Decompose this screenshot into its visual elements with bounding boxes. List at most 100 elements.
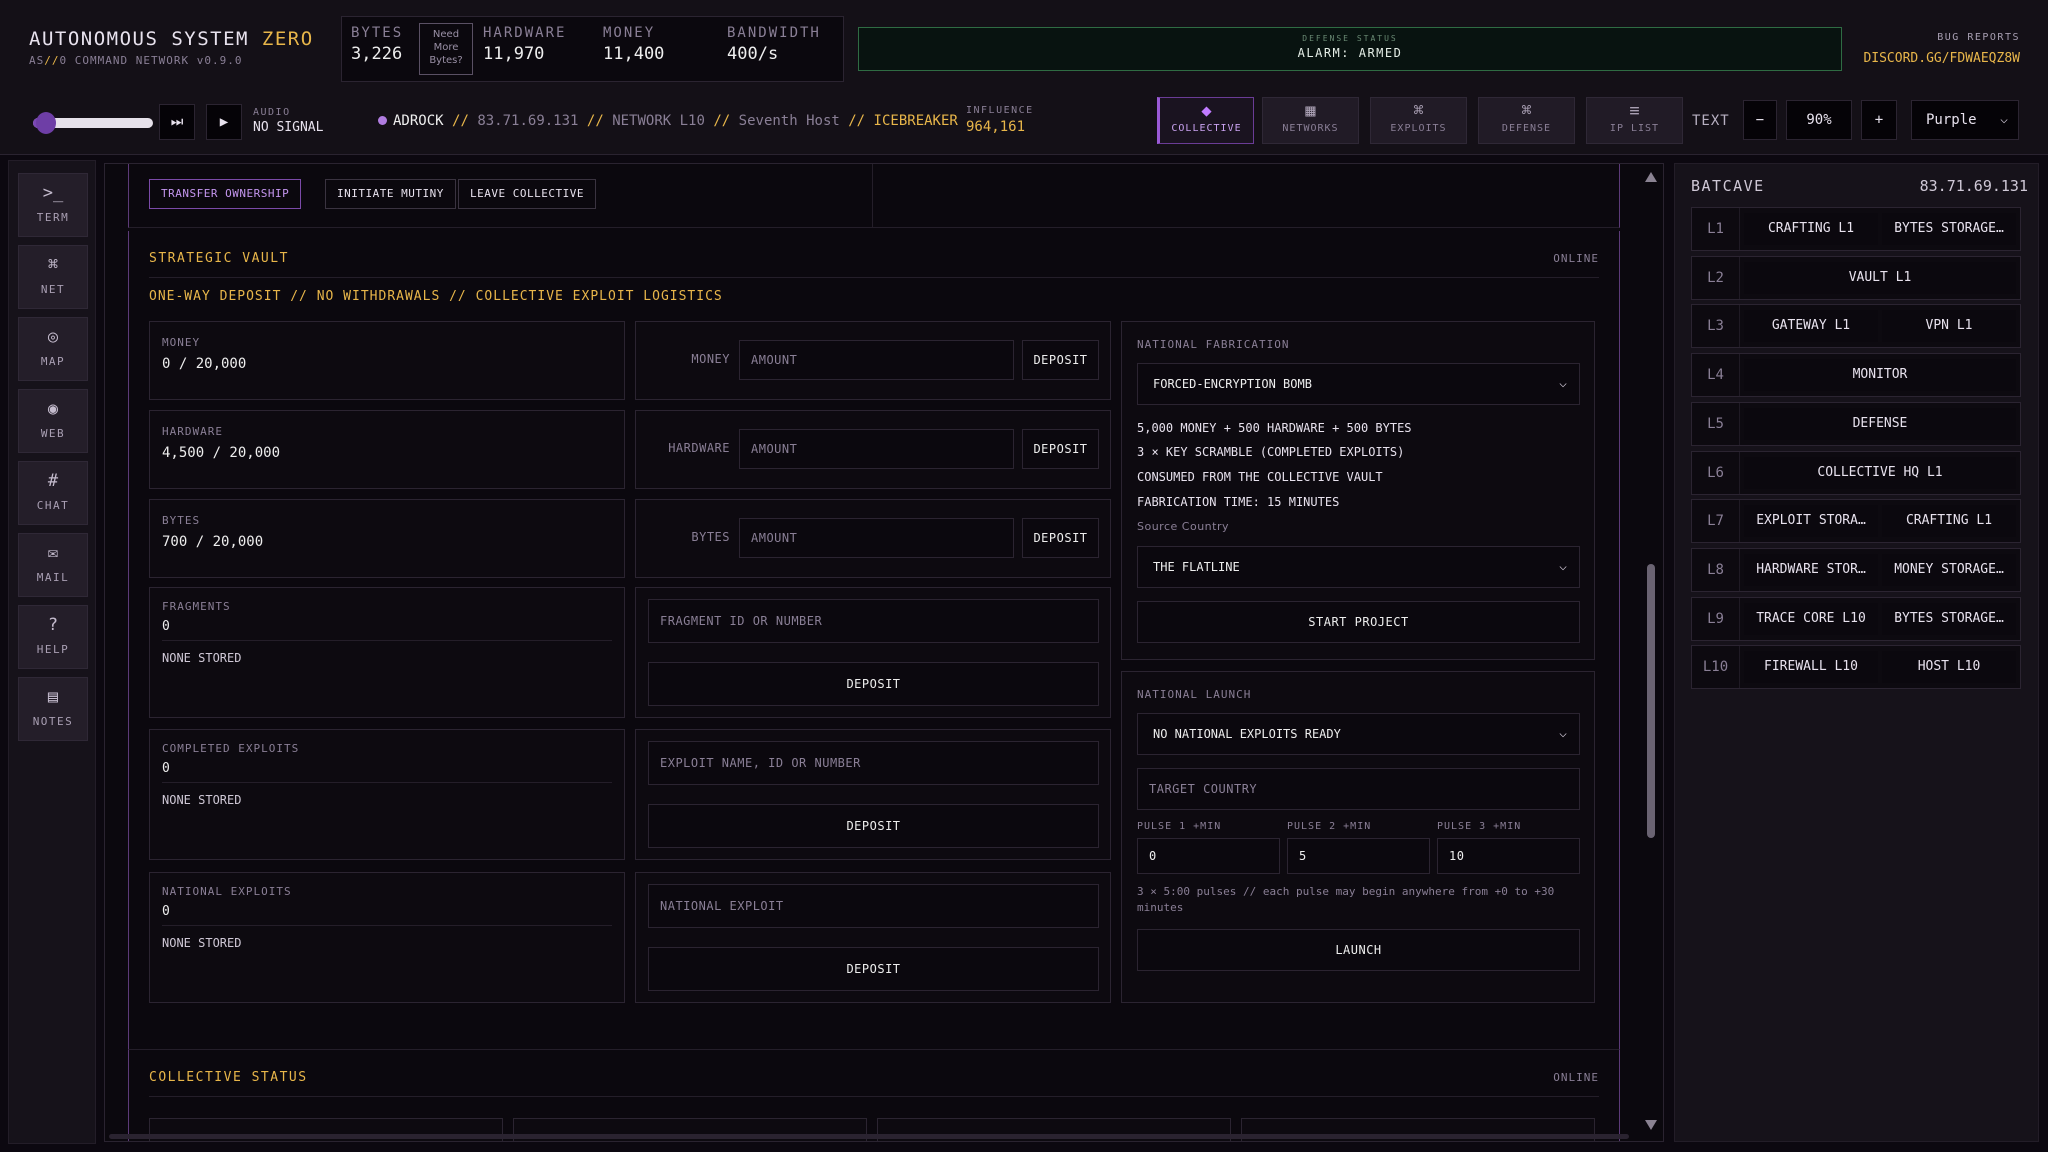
- command-icon: ⌘: [1521, 101, 1532, 121]
- bytes-amount-input[interactable]: AMOUNT: [739, 518, 1014, 558]
- fragment-deposit-button[interactable]: DEPOSIT: [648, 662, 1099, 706]
- app-subtitle: AS//0 COMMAND NETWORK v0.9.0: [29, 54, 243, 67]
- transfer-ownership-button[interactable]: TRANSFER OWNERSHIP: [149, 179, 302, 209]
- fabrication-requires: 3 × KEY SCRAMBLE (COMPLETED EXPLOITS): [1137, 445, 1405, 459]
- launch-button[interactable]: LAUNCH: [1137, 929, 1580, 971]
- module-slot[interactable]: VAULT L1: [1744, 261, 2016, 294]
- initiate-mutiny-button[interactable]: INITIATE MUTINY: [325, 179, 456, 209]
- level-row: L7 EXPLOIT STORA… CRAFTING L1: [1691, 499, 2021, 544]
- hardware-vault-box: HARDWARE 4,500 / 20,000: [149, 410, 625, 489]
- launch-exploit-select[interactable]: NO NATIONAL EXPLOITS READY ⌵: [1137, 713, 1580, 755]
- module-slot[interactable]: MONITOR: [1744, 359, 2016, 392]
- tab-exploits[interactable]: ⌘ EXPLOITS: [1370, 97, 1467, 144]
- national-exploit-input[interactable]: NATIONAL EXPLOIT: [648, 884, 1099, 928]
- level-label: L6: [1692, 451, 1740, 494]
- pulse2-input[interactable]: 5: [1287, 838, 1430, 874]
- source-country-select[interactable]: THE FLATLINE ⌵: [1137, 546, 1580, 588]
- module-slot[interactable]: HARDWARE STOR…: [1744, 553, 1878, 586]
- top-bar: AUTONOMOUS SYSTEM ZERO AS//0 COMMAND NET…: [0, 0, 2048, 155]
- vertical-scrollbar[interactable]: [1643, 168, 1659, 1134]
- rail-mail[interactable]: ✉ MAIL: [18, 533, 88, 597]
- theme-select[interactable]: Purple ⌵: [1911, 100, 2019, 140]
- exploit-id-input[interactable]: EXPLOIT NAME, ID OR NUMBER: [648, 741, 1099, 785]
- hardware-amount-input[interactable]: AMOUNT: [739, 429, 1014, 469]
- tab-collective[interactable]: ◆ COLLECTIVE: [1157, 97, 1254, 144]
- module-slot[interactable]: HOST L10: [1882, 651, 2016, 684]
- divider: [162, 640, 612, 641]
- module-slot[interactable]: DEFENSE: [1744, 407, 2016, 440]
- money-deposit-button[interactable]: DEPOSIT: [1022, 340, 1099, 380]
- module-slot[interactable]: BYTES STORAGE…: [1882, 602, 2016, 635]
- volume-slider[interactable]: [33, 112, 153, 134]
- chevron-down-icon: ⌵: [1559, 726, 1567, 741]
- scroll-thumb[interactable]: [1647, 564, 1655, 838]
- hardware-deposit-button[interactable]: DEPOSIT: [1022, 429, 1099, 469]
- target-country-input[interactable]: TARGET COUNTRY: [1137, 768, 1580, 810]
- fabrication-select[interactable]: FORCED-ENCRYPTION BOMB ⌵: [1137, 363, 1580, 405]
- money-amount-input[interactable]: AMOUNT: [739, 340, 1014, 380]
- rail-web[interactable]: ◉ WEB: [18, 389, 88, 453]
- module-slot[interactable]: CRAFTING L1: [1744, 213, 1878, 245]
- text-increase-button[interactable]: +: [1861, 100, 1897, 140]
- module-slot[interactable]: BYTES STORAGE…: [1882, 213, 2016, 245]
- fragment-id-input[interactable]: FRAGMENT ID OR NUMBER: [648, 599, 1099, 643]
- rail-chat[interactable]: # CHAT: [18, 461, 88, 525]
- module-slot[interactable]: CRAFTING L1: [1882, 505, 2016, 538]
- leave-collective-button[interactable]: LEAVE COLLECTIVE: [458, 179, 596, 209]
- diamond-icon: ◆: [1201, 101, 1212, 121]
- terminal-icon: >_: [42, 183, 64, 203]
- level-row: L8 HARDWARE STOR… MONEY STORAGE…: [1691, 547, 2021, 592]
- volume-knob[interactable]: [36, 112, 56, 134]
- discord-link[interactable]: DISCORD.GG/FDWAEQZ8W: [1863, 51, 2020, 66]
- main-content: TRANSFER OWNERSHIP INITIATE MUTINY LEAVE…: [104, 163, 1664, 1142]
- ownership-panel: TRANSFER OWNERSHIP INITIATE MUTINY LEAVE…: [128, 164, 1620, 228]
- tab-ip-list[interactable]: ≡ IP LIST: [1586, 97, 1683, 144]
- defense-status: DEFENSE STATUS ALARM: ARMED: [858, 27, 1842, 71]
- level-label: L7: [1692, 500, 1740, 543]
- mail-icon: ✉: [47, 543, 59, 563]
- horizontal-scrollbar[interactable]: [109, 1134, 1629, 1139]
- chevron-down-icon: ⌵: [2000, 112, 2008, 127]
- exploit-deposit-form: EXPLOIT NAME, ID OR NUMBER DEPOSIT: [635, 729, 1111, 860]
- chevron-down-icon: ⌵: [1559, 376, 1567, 391]
- source-country-label: Source Country: [1137, 520, 1229, 533]
- module-slot[interactable]: GATEWAY L1: [1744, 310, 1878, 343]
- text-decrease-button[interactable]: −: [1743, 100, 1777, 140]
- start-project-button[interactable]: START PROJECT: [1137, 601, 1580, 643]
- pulse-note: 3 × 5:00 pulses // each pulse may begin …: [1137, 885, 1555, 914]
- command-icon: ⌘: [47, 255, 59, 275]
- pulse3-input[interactable]: 10: [1437, 838, 1580, 874]
- skip-icon[interactable]: ⏭: [159, 104, 195, 140]
- exploit-deposit-button[interactable]: DEPOSIT: [648, 804, 1099, 848]
- launch-title: NATIONAL LAUNCH: [1137, 688, 1252, 701]
- national-exploits-vault-box: NATIONAL EXPLOITS 0 NONE STORED: [149, 872, 625, 1003]
- rail-help[interactable]: ? HELP: [18, 605, 88, 669]
- tab-defense[interactable]: ⌘ DEFENSE: [1478, 97, 1575, 144]
- grid-icon: ▦: [1305, 101, 1316, 121]
- rail-net[interactable]: ⌘ NET: [18, 245, 88, 309]
- module-slot[interactable]: EXPLOIT STORA…: [1744, 505, 1878, 538]
- tab-networks[interactable]: ▦ NETWORKS: [1262, 97, 1359, 144]
- bytes-deposit-button[interactable]: DEPOSIT: [1022, 518, 1099, 558]
- need-more-bytes-button[interactable]: Need More Bytes?: [419, 23, 473, 75]
- module-slot[interactable]: MONEY STORAGE…: [1882, 553, 2016, 586]
- module-slot[interactable]: FIREWALL L10: [1744, 651, 1878, 684]
- play-icon[interactable]: ▶: [206, 104, 242, 140]
- module-slot[interactable]: COLLECTIVE HQ L1: [1744, 456, 2016, 489]
- pulse1-label: PULSE 1 +MIN: [1137, 821, 1222, 832]
- pulse2-label: PULSE 2 +MIN: [1287, 821, 1372, 832]
- module-slot[interactable]: VPN L1: [1882, 310, 2016, 343]
- scroll-down-icon[interactable]: [1645, 1120, 1657, 1130]
- rail-term[interactable]: >_ TERM: [18, 173, 88, 237]
- rail-notes[interactable]: ▤ NOTES: [18, 677, 88, 741]
- national-exploit-deposit-button[interactable]: DEPOSIT: [648, 947, 1099, 991]
- level-row: L2 VAULT L1: [1691, 255, 2021, 300]
- bytes-input-label: BYTES: [691, 530, 730, 544]
- pulse1-input[interactable]: 0: [1137, 838, 1280, 874]
- fabrication-cost: 5,000 MONEY + 500 HARDWARE + 500 BYTES: [1137, 421, 1412, 435]
- scroll-up-icon[interactable]: [1645, 172, 1657, 182]
- bytes-vault-box: BYTES 700 / 20,000: [149, 499, 625, 578]
- resource-panel: BYTES 3,226 Need More Bytes? HARDWARE 11…: [341, 16, 844, 82]
- rail-map[interactable]: ◎ MAP: [18, 317, 88, 381]
- module-slot[interactable]: TRACE CORE L10: [1744, 602, 1878, 635]
